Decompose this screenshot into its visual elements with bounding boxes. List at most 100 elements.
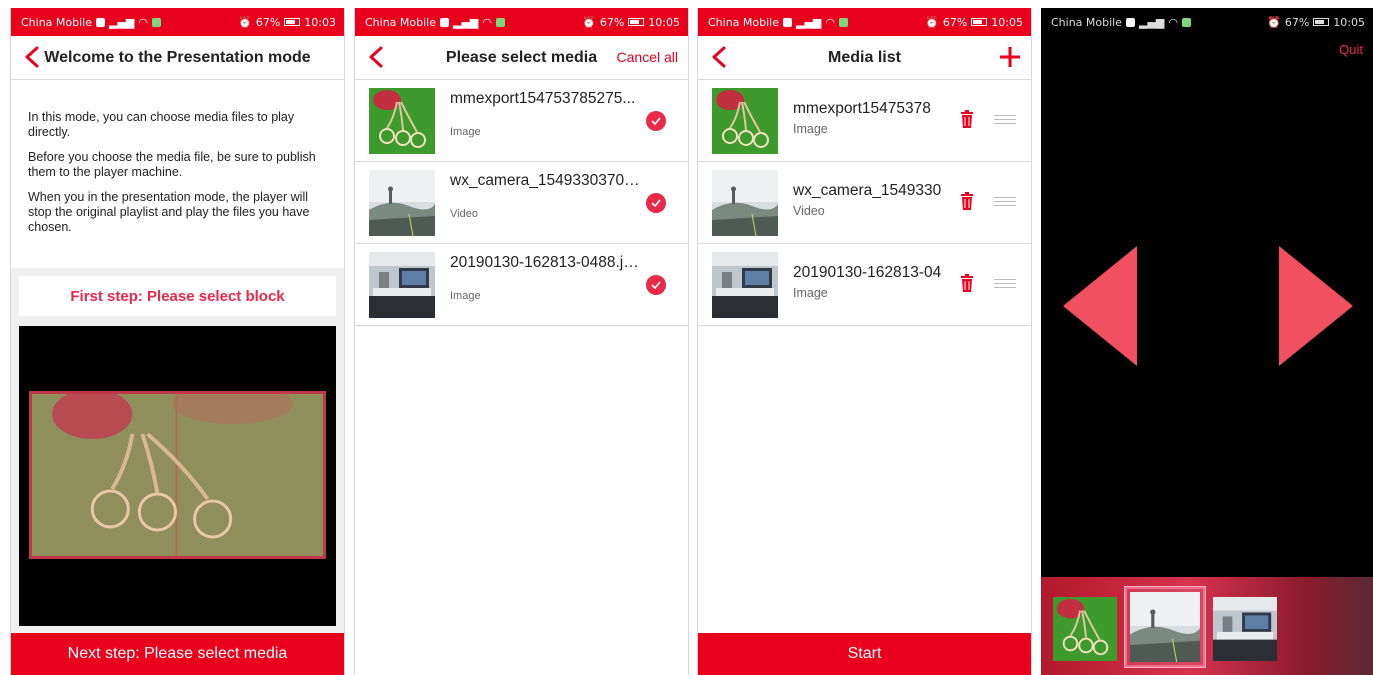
hd-icon bbox=[96, 17, 106, 27]
battery-icon bbox=[284, 18, 301, 26]
header: Please select media Cancel all bbox=[355, 36, 688, 80]
strip-thumbnail-selected[interactable] bbox=[1125, 587, 1205, 667]
hill-statue-image bbox=[1130, 592, 1200, 663]
office-image bbox=[369, 252, 435, 318]
first-step-label: First step: Please select block bbox=[19, 276, 336, 316]
battery-label: 67% bbox=[1284, 15, 1310, 29]
carrier-label: China Mobile bbox=[365, 15, 437, 29]
wifi-icon: ◠ bbox=[825, 15, 836, 29]
signal-icon: ▂▄▆ bbox=[109, 15, 135, 29]
alarm-icon: ⏰ bbox=[582, 15, 596, 29]
status-left: China Mobile ▂▄▆ ◠ bbox=[21, 15, 162, 29]
carrier-label: China Mobile bbox=[21, 15, 93, 29]
trash-icon[interactable] bbox=[960, 110, 974, 128]
time-label: 10:05 bbox=[1333, 15, 1365, 29]
trash-icon[interactable] bbox=[960, 274, 974, 292]
drag-handle-icon[interactable] bbox=[994, 115, 1016, 125]
app-icon bbox=[152, 17, 162, 27]
back-button[interactable] bbox=[17, 42, 47, 72]
green-drops-image bbox=[369, 88, 435, 154]
media-item[interactable]: 20190130-162813-0488.jpg Image bbox=[355, 244, 688, 326]
block-selection-area: First step: Please select block bbox=[11, 268, 344, 633]
page-title: Welcome to the Presentation mode bbox=[44, 48, 311, 66]
signal-icon: ▂▄▆ bbox=[453, 15, 479, 29]
media-thumbnail bbox=[712, 88, 778, 154]
media-item[interactable]: mmexport154753785275... Image bbox=[355, 80, 688, 162]
trash-icon[interactable] bbox=[960, 192, 974, 210]
back-icon bbox=[25, 46, 39, 68]
media-thumbnail bbox=[369, 170, 435, 236]
checkmark-icon[interactable] bbox=[646, 193, 666, 213]
status-right: ⏰ 67% 10:05 bbox=[925, 16, 1023, 29]
back-button[interactable] bbox=[704, 42, 734, 72]
preview-image bbox=[32, 394, 323, 556]
checkmark-icon[interactable] bbox=[646, 275, 666, 295]
media-list-item[interactable]: wx_camera_1549330 Video bbox=[698, 162, 1031, 244]
previous-arrow-icon[interactable] bbox=[1063, 246, 1137, 366]
drag-handle-icon[interactable] bbox=[994, 197, 1016, 207]
hd-icon bbox=[1126, 17, 1136, 27]
media-item[interactable]: wx_camera_15493303704... Video bbox=[355, 162, 688, 244]
selected-block[interactable] bbox=[29, 391, 326, 559]
screens-container: China Mobile ▂▄▆ ◠ ⏰ 67% 10:03 Welcome t… bbox=[0, 0, 1373, 675]
strip-thumbnail[interactable] bbox=[1213, 597, 1277, 661]
screen-media-list: China Mobile ▂▄▆ ◠ ⏰ 67% 10:05 Media lis… bbox=[697, 8, 1032, 675]
status-right: ⏰ 67% 10:03 bbox=[238, 16, 336, 29]
carrier-label: China Mobile bbox=[708, 15, 780, 29]
intro-text: In this mode, you can choose media files… bbox=[11, 80, 344, 263]
media-name: mmexport15475378 bbox=[793, 100, 931, 117]
alarm-icon: ⏰ bbox=[238, 15, 252, 29]
back-icon bbox=[712, 46, 726, 68]
back-button[interactable] bbox=[361, 42, 391, 72]
media-type: Image bbox=[793, 286, 828, 300]
time-label: 10:03 bbox=[304, 15, 336, 29]
quit-button[interactable]: Quit bbox=[1339, 42, 1363, 57]
cancel-all-button[interactable]: Cancel all bbox=[617, 49, 678, 65]
media-thumbnail bbox=[712, 170, 778, 236]
app-icon bbox=[496, 17, 506, 27]
intro-paragraph: In this mode, you can choose media files… bbox=[28, 110, 295, 139]
media-list-item[interactable]: mmexport15475378 Image bbox=[698, 80, 1031, 162]
start-button[interactable]: Start bbox=[698, 633, 1031, 675]
green-drops-image bbox=[712, 88, 778, 154]
battery-icon bbox=[971, 18, 988, 26]
intro-paragraph: Before you choose the media file, be sur… bbox=[28, 150, 316, 179]
header: Welcome to the Presentation mode bbox=[11, 36, 344, 80]
next-arrow-icon[interactable] bbox=[1279, 246, 1353, 366]
app-icon bbox=[1182, 17, 1192, 27]
status-left: China Mobile ▂▄▆ ◠ bbox=[365, 15, 506, 29]
next-step-button[interactable]: Next step: Please select media bbox=[11, 633, 344, 675]
green-drops-image bbox=[1053, 597, 1117, 661]
drag-handle-icon[interactable] bbox=[994, 279, 1016, 289]
add-media-button[interactable] bbox=[997, 44, 1023, 70]
office-image bbox=[1213, 597, 1277, 661]
header: Media list bbox=[698, 36, 1031, 80]
media-thumbnail bbox=[369, 252, 435, 318]
media-type: Video bbox=[793, 204, 825, 218]
media-type: Image bbox=[450, 290, 481, 302]
status-left: China Mobile ▂▄▆ ◠ bbox=[708, 15, 849, 29]
thumbnail-strip bbox=[1041, 577, 1373, 675]
status-bar: China Mobile ▂▄▆ ◠ ⏰ 67% 10:05 bbox=[698, 8, 1031, 36]
status-right: ⏰ 67% 10:05 bbox=[1267, 16, 1365, 29]
battery-icon bbox=[628, 18, 645, 26]
time-label: 10:05 bbox=[991, 15, 1023, 29]
screen-select-media: China Mobile ▂▄▆ ◠ ⏰ 67% 10:05 Please se… bbox=[354, 8, 689, 675]
media-name: 20190130-162813-0488.jpg bbox=[450, 254, 640, 271]
hd-icon bbox=[783, 17, 793, 27]
strip-thumbnail[interactable] bbox=[1053, 597, 1117, 661]
media-list-item[interactable]: 20190130-162813-04 Image bbox=[698, 244, 1031, 326]
media-thumbnail bbox=[712, 252, 778, 318]
office-image bbox=[712, 252, 778, 318]
battery-label: 67% bbox=[599, 15, 625, 29]
battery-icon bbox=[1313, 18, 1330, 26]
media-thumbnail bbox=[369, 88, 435, 154]
battery-label: 67% bbox=[255, 15, 281, 29]
app-icon bbox=[839, 17, 849, 27]
intro-paragraph: When you in the presentation mode, the p… bbox=[28, 190, 310, 234]
hd-icon bbox=[440, 17, 450, 27]
carrier-label: China Mobile bbox=[1051, 15, 1123, 29]
checkmark-icon[interactable] bbox=[646, 111, 666, 131]
wifi-icon: ◠ bbox=[138, 15, 149, 29]
block-preview[interactable] bbox=[19, 326, 336, 626]
